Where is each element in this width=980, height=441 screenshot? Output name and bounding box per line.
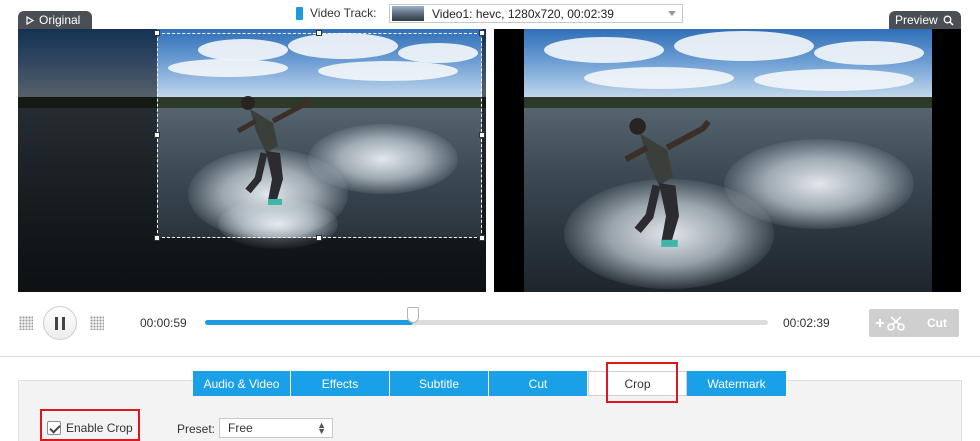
cut-label: Cut (927, 316, 947, 330)
video-track-label: Video Track: (310, 6, 377, 20)
tab-effects[interactable]: Effects (291, 371, 390, 396)
enable-crop-highlight (40, 409, 140, 441)
tab-cut[interactable]: Cut (489, 371, 588, 396)
top-bar: Original Video Track: Video1: hevc, 1280… (0, 0, 980, 30)
original-label: Original (39, 13, 81, 27)
pause-button[interactable] (43, 306, 77, 340)
drag-grip-icon (90, 316, 104, 330)
video-track-icon (296, 7, 303, 20)
play-triangle-icon (26, 16, 34, 25)
preset-select[interactable]: Free ▲ ▼ (219, 418, 333, 438)
tab-subtitle[interactable]: Subtitle (390, 371, 489, 396)
edit-tabs: Audio & Video Effects Subtitle Cut Crop … (193, 371, 787, 396)
video-track-value: Video1: hevc, 1280x720, 00:02:39 (432, 6, 614, 21)
current-time: 00:00:59 (140, 316, 187, 330)
crop-handle[interactable] (479, 30, 485, 36)
cut-button[interactable]: Cut (869, 309, 959, 337)
preset-value: Free (228, 421, 253, 435)
timeline-thumb[interactable] (407, 307, 420, 323)
crop-rectangle[interactable] (154, 30, 485, 241)
pause-icon (55, 316, 58, 330)
timeline-progress (205, 320, 414, 325)
zoom-icon[interactable] (943, 15, 954, 26)
crop-handle[interactable] (316, 30, 322, 36)
crop-handle[interactable] (479, 235, 485, 241)
tab-watermark[interactable]: Watermark (687, 371, 787, 396)
preset-label: Preset: (177, 422, 216, 436)
crop-handle[interactable] (154, 132, 160, 138)
preview-video (494, 29, 961, 292)
video-thumbnail (392, 6, 424, 21)
preview-label: Preview (895, 13, 938, 27)
timeline-slider[interactable] (205, 307, 768, 325)
rider-figure (624, 118, 711, 247)
crop-handle[interactable] (479, 132, 485, 138)
chevron-down-icon (668, 11, 676, 16)
crop-handle[interactable] (154, 235, 160, 241)
preview-tab: Preview (889, 11, 961, 30)
drag-grip-icon (19, 316, 33, 330)
original-video[interactable] (18, 29, 486, 292)
chevron-updown-icon: ▲ ▼ (317, 420, 326, 436)
tab-audio-video[interactable]: Audio & Video (193, 371, 291, 396)
total-time: 00:02:39 (783, 316, 830, 330)
video-track-select[interactable]: Video1: hevc, 1280x720, 00:02:39 (389, 4, 683, 23)
crop-handle[interactable] (316, 235, 322, 241)
scissors-icon (876, 316, 905, 331)
original-tab: Original (18, 11, 92, 30)
crop-tab-highlight (606, 362, 678, 403)
crop-handle[interactable] (154, 30, 160, 36)
divider (0, 356, 980, 357)
